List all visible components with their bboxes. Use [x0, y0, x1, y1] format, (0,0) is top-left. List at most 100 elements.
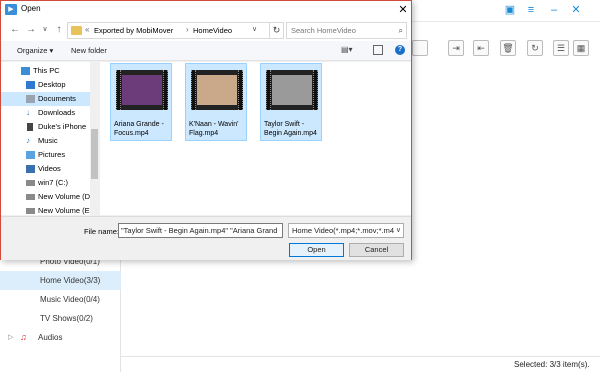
breadcrumb-exported[interactable]: Exported by MobiMover [94, 26, 173, 35]
sidebar-item-home-video[interactable]: Home Video(3/3) [0, 271, 121, 290]
overflow-chevron-icon[interactable]: « [85, 25, 89, 34]
sidebar-item-tv-shows[interactable]: TV Shows(0/2) [0, 309, 121, 328]
open-button[interactable]: Open [289, 243, 344, 257]
phone-icon [27, 123, 33, 131]
export-icon[interactable]: ⇤ [473, 40, 489, 56]
navigation-pane: This PC Desktop Documents ↓ Downloads Du… [1, 62, 99, 215]
app-sidebar: Photo Video(0/1) Home Video(3/3) Music V… [0, 255, 121, 372]
search-input[interactable]: Search HomeVideo ⌕ [286, 22, 407, 39]
video-thumbnail-icon [266, 70, 318, 110]
video-thumbnail-icon [191, 70, 243, 110]
minimize-icon[interactable]: – [548, 4, 560, 16]
file-item[interactable]: Taylor Swift - Begin Again.mp4 [260, 63, 322, 141]
download-icon: ↓ [26, 108, 30, 117]
tree-item-label: win7 (C:) [38, 178, 69, 187]
tree-item-label: Documents [38, 94, 76, 103]
tree-item-music[interactable]: ♪ Music [1, 134, 91, 148]
tree-item-label: Music [38, 136, 58, 145]
preview-pane-icon[interactable] [373, 45, 383, 55]
cancel-button[interactable]: Cancel [349, 243, 404, 257]
video-thumbnail-icon [116, 70, 168, 110]
dialog-titlebar: ▶ Open ✕ [1, 1, 411, 19]
chevron-down-icon: ∨ [395, 227, 401, 234]
tree-item-drive-c[interactable]: win7 (C:) [1, 176, 91, 190]
app-icon: ▶ [5, 4, 17, 15]
sidebar-item-label: Music Video(0/4) [40, 295, 100, 304]
drive-icon [26, 180, 35, 186]
tree-item-label: This PC [33, 66, 60, 75]
grid-view-icon[interactable]: ▦ [573, 40, 589, 56]
refresh-icon[interactable]: ↻ [270, 22, 284, 39]
drive-icon [26, 194, 35, 200]
tree-item-documents[interactable]: Documents [1, 92, 91, 106]
app-toolbar: ⇥ ⇤ 🗑 ↻ ☰ ▦ [410, 38, 600, 60]
file-name: Ariana Grande - Focus.mp4 [114, 121, 164, 137]
tree-item-label: New Volume (D: [38, 192, 93, 201]
help-icon[interactable]: ? [395, 45, 405, 55]
tree-item-desktop[interactable]: Desktop [1, 78, 91, 92]
videos-icon [26, 165, 35, 173]
delete-icon[interactable]: 🗑 [500, 40, 516, 56]
list-view-icon[interactable]: ☰ [553, 40, 569, 56]
new-folder-button[interactable]: New folder [71, 46, 107, 55]
tree-item-drive-d[interactable]: New Volume (D: [1, 190, 93, 204]
tree-item-label: Videos [38, 164, 61, 173]
sidebar-item-music-video[interactable]: Music Video(0/4) [0, 290, 121, 309]
file-list: Ariana Grande - Focus.mp4 K'Naan - Wavin… [100, 62, 411, 215]
file-type-select[interactable]: Home Video(*.mp4;*.mov;*.m4 ∨ [288, 223, 404, 238]
music-note-icon: ♫ [20, 332, 27, 342]
file-item[interactable]: Ariana Grande - Focus.mp4 [110, 63, 172, 141]
search-placeholder: Search HomeVideo [291, 26, 356, 35]
status-bar: Selected: 3/3 item(s). [121, 356, 600, 372]
tree-item-pictures[interactable]: Pictures [1, 148, 91, 162]
file-item[interactable]: K'Naan - Wavin' Flag.mp4 [185, 63, 247, 141]
pc-icon [21, 67, 30, 75]
menu-icon[interactable]: ≡ [525, 4, 537, 16]
breadcrumb-separator-icon[interactable]: › [186, 25, 189, 34]
command-bar: Organize ▾ New folder ▤▾ ? [1, 41, 411, 61]
sidebar-item-audios[interactable]: ▷ ♫ Audios [0, 328, 121, 347]
status-text: Selected: 3/3 item(s). [514, 360, 590, 369]
tree-item-drive-e[interactable]: New Volume (E:) [1, 204, 95, 215]
music-icon: ♪ [26, 136, 30, 145]
refresh-icon[interactable]: ↻ [527, 40, 543, 56]
tree-item-videos[interactable]: Videos [1, 162, 91, 176]
address-bar[interactable]: « Exported by MobiMover › HomeVideo ∨ [67, 22, 270, 39]
tree-item-label: New Volume (E:) [38, 206, 95, 215]
tree-item-label: Downloads [38, 108, 76, 117]
feedback-icon[interactable]: ▣ [504, 4, 516, 16]
organize-button[interactable]: Organize ▾ [17, 46, 53, 55]
sidebar-item-label: Audios [38, 333, 63, 342]
address-dropdown-icon[interactable]: ∨ [252, 25, 257, 33]
import-icon[interactable]: ⇥ [448, 40, 464, 56]
dialog-close-icon[interactable]: ✕ [397, 3, 409, 17]
toolbar-edge-button[interactable] [412, 40, 428, 56]
file-name-input[interactable]: "Taylor Swift - Begin Again.mp4" "Ariana… [118, 223, 283, 238]
folder-icon [71, 26, 82, 35]
documents-icon [26, 95, 35, 103]
file-name: Taylor Swift - Begin Again.mp4 [264, 121, 317, 137]
tree-item-this-pc[interactable]: This PC [1, 64, 91, 78]
search-icon: ⌕ [398, 26, 403, 35]
change-view-icon[interactable]: ▤▾ [341, 45, 357, 56]
file-name: K'Naan - Wavin' Flag.mp4 [189, 121, 239, 137]
open-file-dialog: ▶ Open ✕ ← → ∨ ↑ « Exported by MobiMover… [0, 0, 412, 260]
navigation-scrollbar[interactable] [90, 62, 99, 215]
drive-icon [26, 208, 35, 214]
scrollbar-thumb[interactable] [91, 129, 98, 179]
close-icon[interactable]: ✕ [570, 4, 582, 16]
desktop-icon [26, 81, 35, 89]
back-arrow-icon[interactable]: ← [9, 23, 21, 37]
file-type-value: Home Video(*.mp4;*.mov;*.m4 [292, 226, 394, 235]
tree-item-iphone[interactable]: Duke's iPhone [1, 120, 91, 134]
breadcrumb-homevideo[interactable]: HomeVideo [193, 26, 232, 35]
expand-arrow-icon[interactable]: ▷ [8, 328, 13, 347]
forward-arrow-icon[interactable]: → [25, 23, 37, 37]
tree-item-label: Pictures [38, 150, 66, 159]
dialog-title: Open [21, 4, 41, 13]
tree-item-label: Desktop [38, 80, 66, 89]
up-arrow-icon[interactable]: ↑ [53, 23, 65, 37]
tree-item-downloads[interactable]: ↓ Downloads [1, 106, 91, 120]
sidebar-item-label: Home Video(3/3) [40, 276, 101, 285]
recent-dropdown-icon[interactable]: ∨ [39, 23, 51, 37]
